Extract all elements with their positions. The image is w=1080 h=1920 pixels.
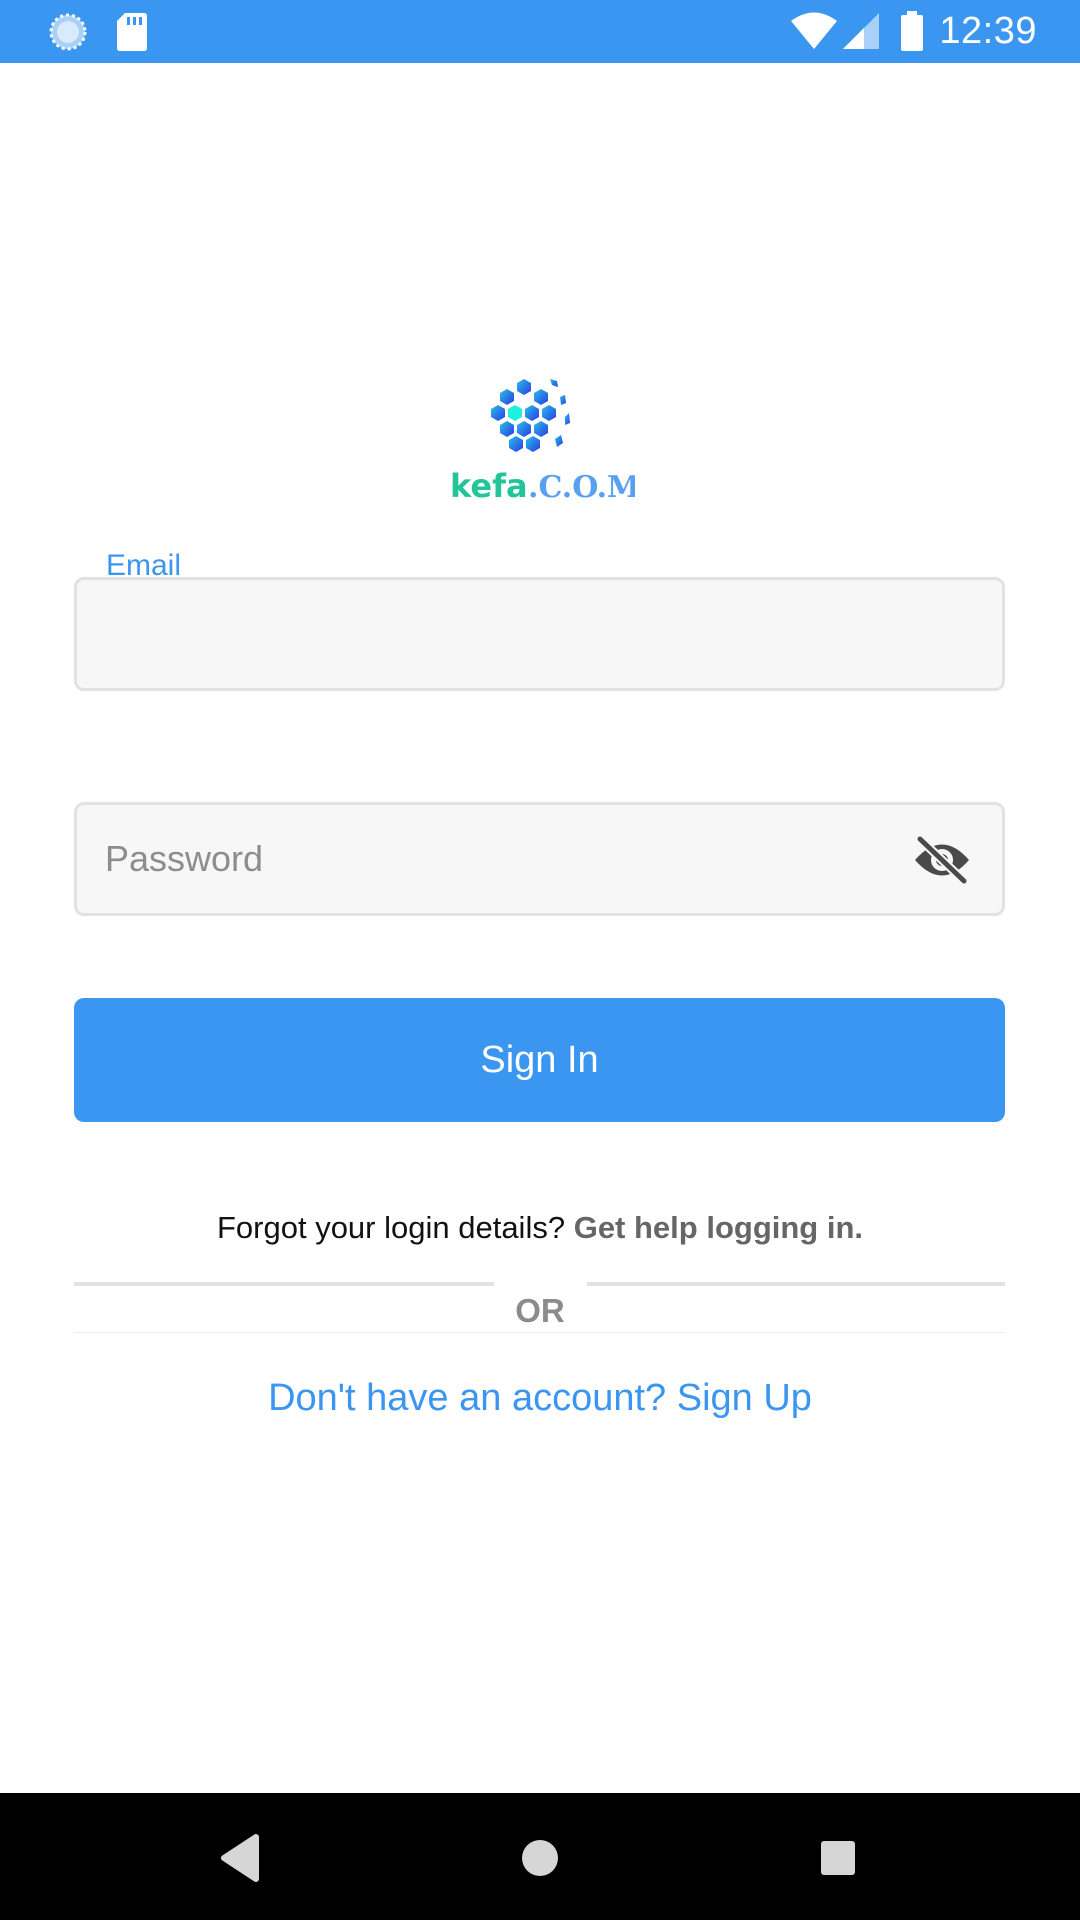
divider-left bbox=[74, 1282, 494, 1286]
sync-icon bbox=[48, 12, 88, 57]
forgot-login-text: Forgot your login details? Get help logg… bbox=[0, 1208, 1080, 1248]
app-logo: kefa .C.O.M bbox=[445, 373, 640, 507]
navigation-bar bbox=[0, 1793, 1080, 1920]
status-time: 12:39 bbox=[939, 10, 1037, 52]
logo-text-part1: kefa bbox=[450, 467, 528, 505]
get-help-link[interactable]: Get help logging in. bbox=[574, 1210, 863, 1245]
divider-right bbox=[587, 1282, 1005, 1286]
password-input[interactable] bbox=[105, 805, 885, 913]
sd-card-icon bbox=[116, 12, 148, 57]
or-divider-text: OR bbox=[515, 1292, 565, 1329]
signal-icon bbox=[842, 12, 880, 55]
battery-icon bbox=[900, 10, 924, 57]
sign-in-button[interactable]: Sign In bbox=[74, 998, 1005, 1122]
recents-icon[interactable] bbox=[793, 1813, 883, 1903]
eye-off-icon[interactable] bbox=[912, 834, 972, 886]
email-field[interactable] bbox=[74, 577, 1005, 691]
home-icon[interactable] bbox=[495, 1813, 585, 1903]
wifi-icon bbox=[790, 12, 838, 55]
back-icon[interactable] bbox=[196, 1813, 286, 1903]
status-bar: 12:39 bbox=[0, 0, 1080, 63]
sign-up-link[interactable]: Don't have an account? Sign Up bbox=[0, 1375, 1080, 1421]
logo-text-part2: .C.O.M bbox=[528, 470, 635, 505]
password-field[interactable] bbox=[74, 802, 1005, 916]
divider-bottom bbox=[74, 1332, 1005, 1333]
email-input[interactable] bbox=[105, 580, 885, 688]
soccer-ball-icon: kefa .C.O.M bbox=[450, 379, 640, 505]
forgot-text: Forgot your login details? bbox=[216, 1210, 566, 1245]
login-screen bbox=[0, 63, 1080, 1793]
